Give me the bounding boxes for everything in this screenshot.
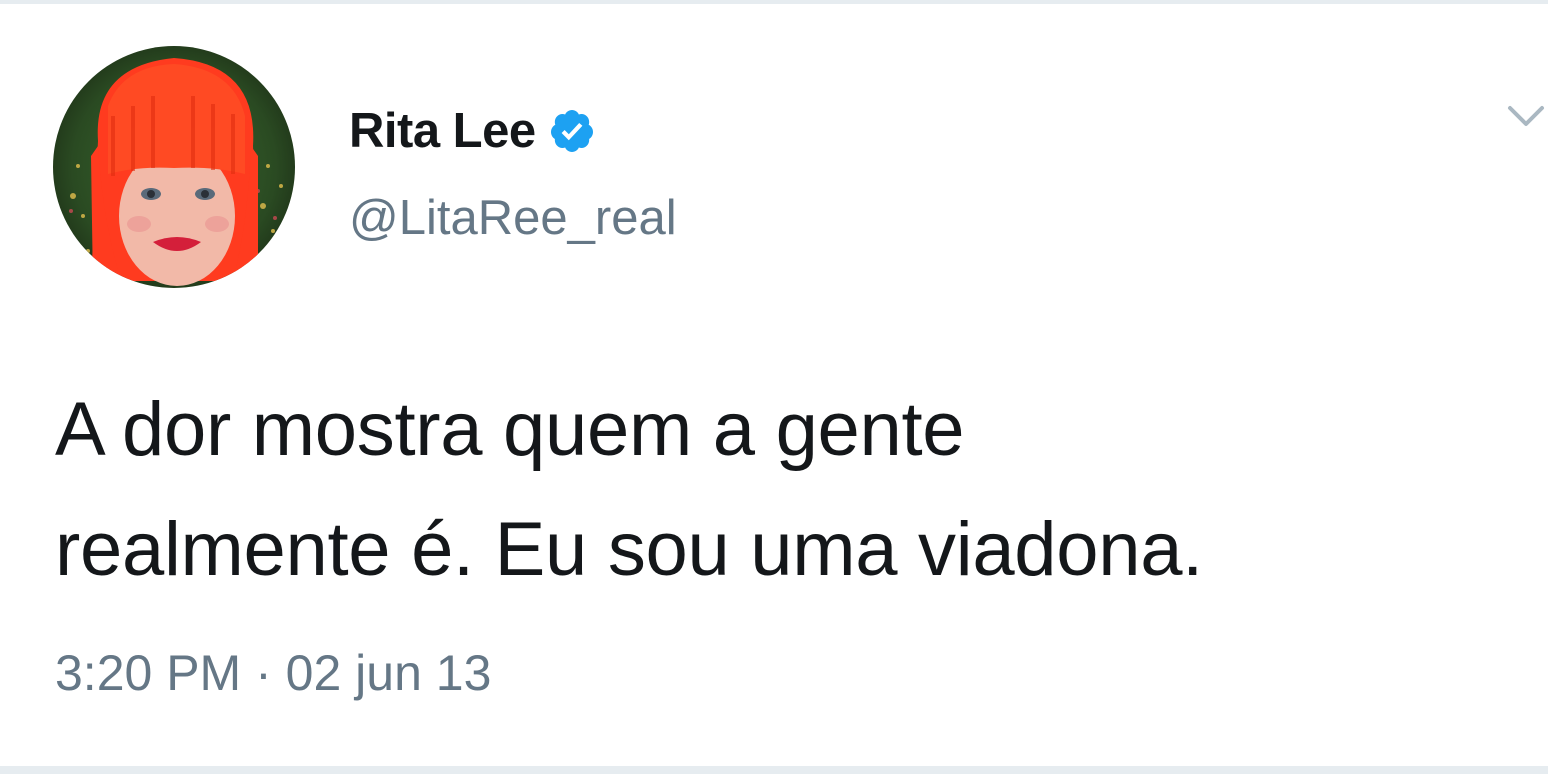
verified-badge-icon [548,107,596,155]
tweet-text-line: realmente é. Eu sou uma viadona. [55,507,1203,592]
tweet-timestamp[interactable]: 3:20 PM · 02 jun 13 [55,644,491,702]
bottom-divider [0,766,1548,774]
author-handle[interactable]: @LitaRee_real [349,190,677,246]
avatar[interactable] [53,46,295,288]
tweet-text-line: A dor mostra quem a gente [55,387,965,472]
top-divider [0,0,1548,4]
chevron-down-icon[interactable] [1506,100,1546,130]
tweet-text: A dor mostra quem a gente realmente é. E… [55,370,1535,610]
author-display-name[interactable]: Rita Lee [349,103,536,159]
author-name-row[interactable]: Rita Lee [349,100,596,162]
profile-photo-icon [53,46,295,288]
